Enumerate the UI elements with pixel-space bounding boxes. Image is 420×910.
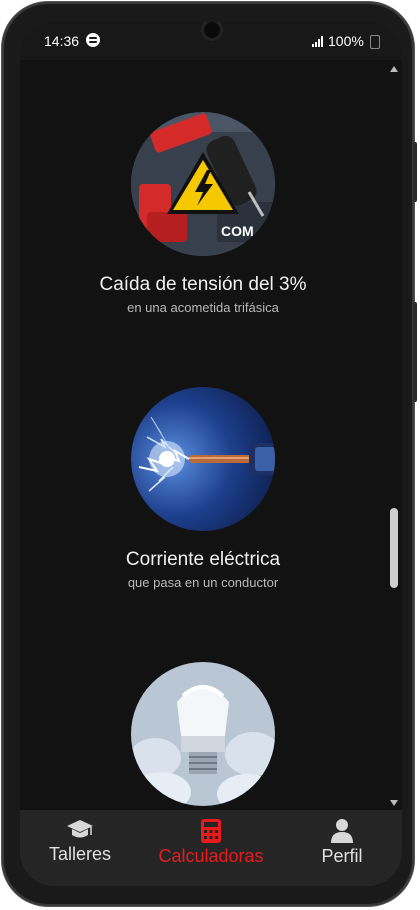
phone-frame: 14:36 100% COM Caída de tensión del 3% e… [2, 2, 417, 906]
power-button [413, 302, 417, 402]
battery-icon [370, 35, 380, 49]
svg-text:COM: COM [221, 223, 254, 239]
status-time: 14:36 [44, 33, 80, 49]
nav-talleres[interactable]: Talleres [20, 818, 140, 865]
signal-icon [312, 35, 326, 47]
volume-button [413, 142, 417, 202]
scroll-up-arrow-icon[interactable] [390, 66, 398, 72]
scrollbar[interactable] [388, 60, 400, 810]
card-title: Corriente eléctrica [125, 549, 281, 570]
front-camera [204, 22, 220, 38]
nav-label: Perfil [321, 846, 363, 866]
nav-calculadoras[interactable]: Calculadoras [151, 818, 271, 867]
card-subtitle: que pasa en un conductor [127, 575, 279, 590]
calculators-list[interactable]: COM Caída de tensión del 3% en una acome… [20, 60, 402, 810]
card-led-bulb[interactable] [20, 662, 386, 810]
nav-label: Talleres [48, 844, 112, 864]
electric-spark-wire-image [131, 387, 275, 531]
spotify-icon [86, 33, 100, 47]
card-electric-current[interactable]: Corriente eléctrica que pasa en un condu… [20, 387, 386, 590]
scrollbar-thumb[interactable] [390, 508, 398, 588]
calculator-icon [201, 819, 221, 843]
graduation-cap-icon [67, 820, 93, 838]
card-voltage-drop[interactable]: COM Caída de tensión del 3% en una acome… [20, 112, 386, 315]
multimeter-high-voltage-image: COM [131, 112, 275, 256]
card-subtitle: en una acometida trifásica [127, 300, 279, 315]
nav-perfil[interactable]: Perfil [282, 818, 402, 867]
person-icon [331, 819, 353, 843]
battery-percentage: 100% [328, 33, 364, 49]
nav-label: Calculadoras [158, 846, 264, 866]
led-bulb-image [131, 662, 275, 806]
card-title: Caída de tensión del 3% [99, 274, 307, 295]
scroll-down-arrow-icon[interactable] [390, 800, 398, 806]
screen: 14:36 100% COM Caída de tensión del 3% e… [20, 22, 402, 886]
status-bar: 14:36 100% [20, 22, 402, 60]
bottom-navigation: Talleres Calculadoras Perfil [20, 810, 402, 886]
